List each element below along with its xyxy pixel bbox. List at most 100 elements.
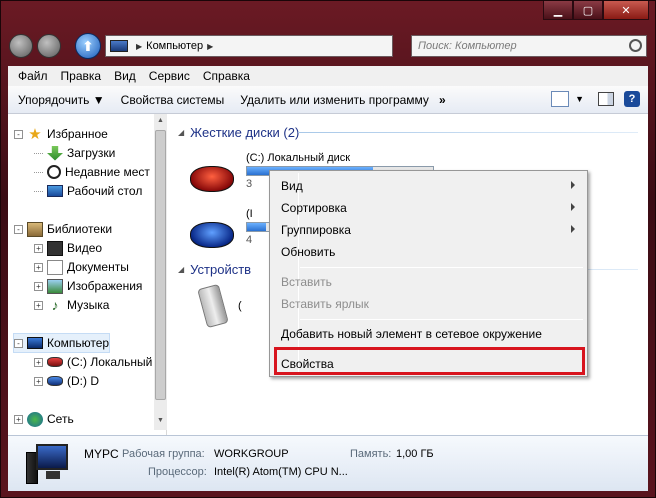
tree-item-computer[interactable]: - Компьютер <box>12 333 111 353</box>
menu-item-paste-shortcut[interactable]: Вставить ярлык <box>272 293 585 315</box>
search-icon[interactable] <box>629 39 642 52</box>
expand-icon[interactable]: + <box>34 243 43 253</box>
uninstall-program-button[interactable]: Удалить или изменить программу <box>240 93 429 107</box>
chevron-right-icon[interactable]: ▶ <box>136 42 142 51</box>
up-button[interactable]: ⬆ <box>75 33 101 59</box>
hard-drive-icon <box>190 166 234 192</box>
collapse-group-icon[interactable]: ◢ <box>178 128 184 137</box>
preview-pane-icon[interactable] <box>598 92 614 106</box>
tree-item-favorites[interactable]: - ★ Избранное <box>14 125 108 143</box>
expand-icon[interactable]: + <box>34 300 43 310</box>
nav-scrollbar[interactable]: ▲ ▼ <box>154 114 167 430</box>
tree-item-downloads[interactable]: Загрузки <box>34 144 115 162</box>
cpu-label: Процессор: <box>148 466 207 478</box>
group-header-removable[interactable]: ◢ Устройств <box>178 260 251 278</box>
computer-icon <box>27 337 43 349</box>
expand-icon[interactable]: + <box>34 376 43 386</box>
toolbar-right: ▼ ? <box>551 91 640 107</box>
menu-item-paste[interactable]: Вставить <box>272 271 585 293</box>
system-properties-button[interactable]: Свойства системы <box>121 93 225 107</box>
tree-connector <box>34 152 43 154</box>
expand-icon[interactable]: + <box>34 281 43 291</box>
tree-label: Музыка <box>67 298 110 312</box>
menu-item-refresh[interactable]: Обновить <box>272 241 585 263</box>
tree-item-libraries[interactable]: - Библиотеки <box>14 220 112 238</box>
tree-item-drive-c[interactable]: + (C:) Локальный <box>34 353 152 371</box>
tree-item-images[interactable]: + Изображения <box>34 277 142 295</box>
group-title: Устройств <box>190 261 252 277</box>
organize-button[interactable]: Упорядочить ▼ <box>18 93 105 107</box>
menu-view[interactable]: Вид <box>114 69 136 83</box>
tree-item-video[interactable]: + Видео <box>34 239 102 257</box>
tree-connector <box>34 190 43 192</box>
arrow-up-icon: ⬆ <box>82 37 94 54</box>
hard-drive-icon <box>47 357 63 367</box>
collapse-icon[interactable]: - <box>14 338 23 348</box>
tree-label: Сеть <box>47 412 74 426</box>
close-button[interactable]: ✕ <box>603 1 649 20</box>
search-input[interactable]: Поиск: Компьютер <box>411 35 647 57</box>
scrollbar-thumb[interactable] <box>155 130 166 400</box>
address-path: Компьютер <box>146 40 204 52</box>
address-bar[interactable]: ▶ Компьютер ▶ <box>105 35 393 57</box>
menu-item-sort[interactable]: Сортировка <box>272 197 585 219</box>
memory-label: Память: <box>350 448 392 460</box>
tree-label: (D:) D <box>67 374 99 388</box>
help-icon[interactable]: ? <box>624 91 640 107</box>
menu-tools[interactable]: Сервис <box>149 69 190 83</box>
navigation-bar: ⬆ ▶ Компьютер ▶ Поиск: Компьютер <box>9 31 647 61</box>
tree-label: Недавние мест <box>65 165 150 179</box>
caret-down-icon: ▼ <box>92 92 105 107</box>
tree-item-music[interactable]: + ♪ Музыка <box>34 296 109 314</box>
menu-bar: Файл Правка Вид Сервис Справка <box>8 66 648 86</box>
tree-item-network[interactable]: + Сеть <box>14 410 74 428</box>
minimize-button[interactable]: ▁ <box>543 1 573 20</box>
tree-item-documents[interactable]: + Документы <box>34 258 129 276</box>
menu-file[interactable]: Файл <box>18 69 48 83</box>
properties-highlight-frame <box>274 347 585 375</box>
tree-connector <box>34 171 43 173</box>
menu-help[interactable]: Справка <box>203 69 250 83</box>
expand-icon[interactable]: + <box>14 414 23 424</box>
maximize-button[interactable]: ▢ <box>573 1 603 20</box>
tree-item-recent[interactable]: Недавние мест <box>34 163 150 181</box>
library-icon <box>27 221 43 237</box>
usb-drive-icon <box>197 283 229 329</box>
expand-icon[interactable]: + <box>34 262 43 272</box>
group-title: Жесткие диски (2) <box>190 124 300 140</box>
change-view-icon[interactable] <box>551 91 570 107</box>
workgroup-label: Рабочая группа: <box>122 448 205 460</box>
tree-item-desktop[interactable]: Рабочий стол <box>34 182 142 200</box>
caption-buttons: ▁ ▢ ✕ <box>543 1 649 20</box>
computer-name: MYPC <box>84 447 119 461</box>
removable-drive-item[interactable]: ( <box>197 283 242 329</box>
menu-item-add-network-location[interactable]: Добавить новый элемент в сетевое окружен… <box>272 323 585 345</box>
collapse-icon[interactable]: - <box>14 129 23 139</box>
scroll-up-icon[interactable]: ▲ <box>156 117 165 126</box>
menu-item-group[interactable]: Группировка <box>272 219 585 241</box>
computer-icon <box>110 40 128 52</box>
tree-item-drive-d[interactable]: + (D:) D <box>34 372 99 390</box>
cpu-value: Intel(R) Atom(TM) CPU N... <box>214 466 348 478</box>
chevron-right-icon[interactable]: ▶ <box>207 42 213 51</box>
expand-icon[interactable]: + <box>34 357 43 367</box>
tree-label: Рабочий стол <box>67 184 143 198</box>
submenu-arrow-icon <box>571 203 575 211</box>
menu-item-label: Группировка <box>281 223 351 237</box>
menu-edit[interactable]: Правка <box>61 69 102 83</box>
caret-down-icon[interactable]: ▼ <box>575 94 584 104</box>
recent-places-icon <box>47 165 61 179</box>
menu-item-view[interactable]: Вид <box>272 175 585 197</box>
scroll-down-icon[interactable]: ▼ <box>156 417 165 426</box>
tree-label: Изображения <box>67 279 143 293</box>
collapse-group-icon[interactable]: ◢ <box>178 265 184 274</box>
collapse-icon[interactable]: - <box>14 224 23 234</box>
back-button[interactable] <box>9 34 33 58</box>
more-commands-button[interactable]: » <box>439 93 446 107</box>
music-icon: ♪ <box>51 296 59 313</box>
forward-button[interactable] <box>37 34 61 58</box>
group-header-hard-disks[interactable]: ◢ Жесткие диски (2) <box>178 123 299 141</box>
star-icon: ★ <box>28 125 42 143</box>
desktop-icon <box>47 185 63 197</box>
tree-label: Видео <box>67 241 103 255</box>
